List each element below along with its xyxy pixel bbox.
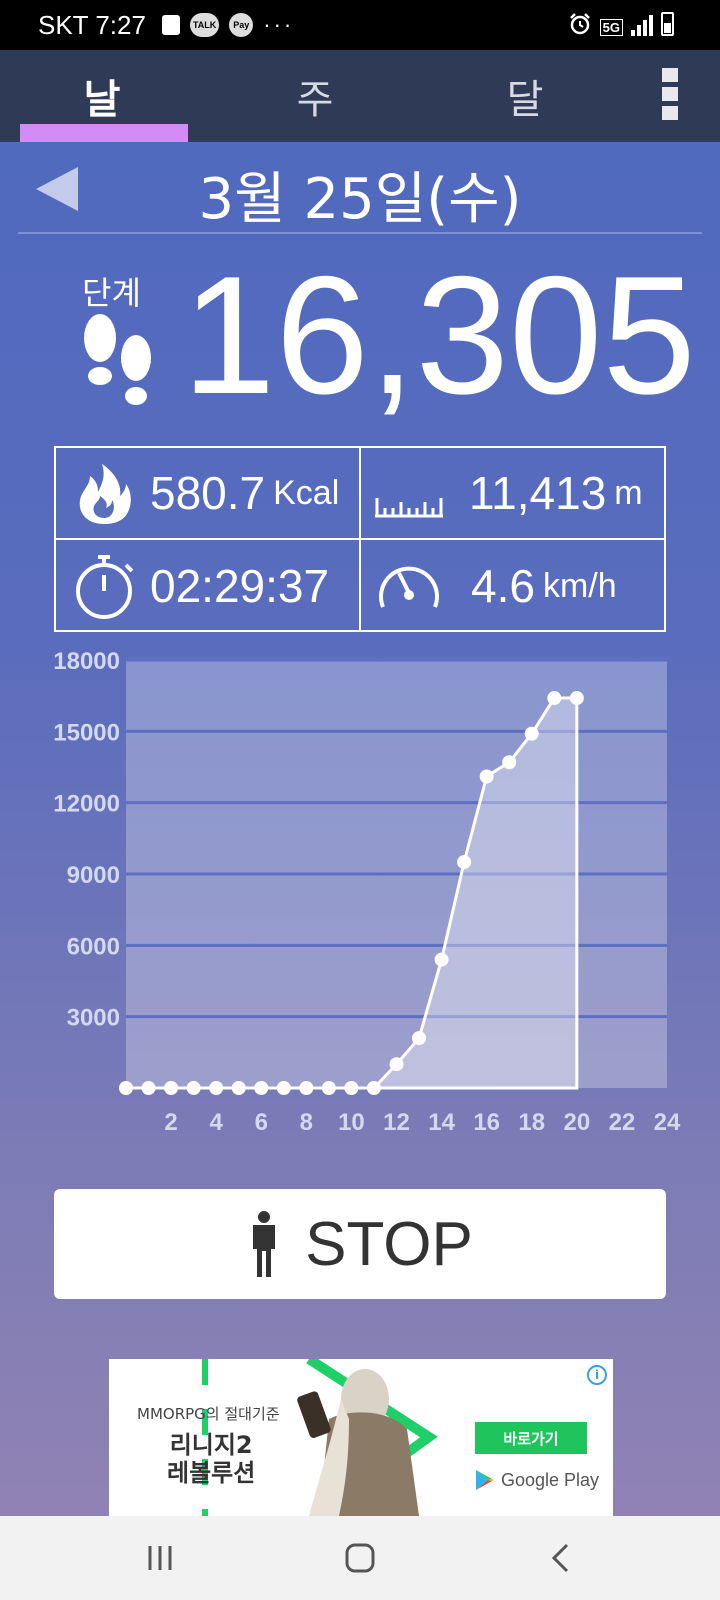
chart-point	[299, 1081, 314, 1095]
x-tick-label: 16	[473, 1109, 500, 1136]
speedometer-icon	[379, 566, 439, 608]
previous-day-arrow-icon[interactable]	[36, 167, 78, 211]
alarm-icon	[569, 13, 590, 35]
activity-stats: 580.7 Kcal 11,413 m 02:29:37 4.6 km/h	[54, 446, 666, 632]
chart-point	[479, 769, 494, 784]
ad-tagline: MMORPG의 절대기준	[137, 1405, 280, 1423]
calories-value: 580.7	[150, 467, 266, 519]
date-divider	[18, 232, 702, 234]
chart-point	[231, 1081, 246, 1095]
y-tick-label: 6000	[67, 933, 120, 960]
chart-point	[119, 1081, 133, 1095]
duration-value: 02:29:37	[150, 560, 330, 612]
network-5g-icon: 5G	[599, 19, 623, 36]
chart-point	[186, 1081, 201, 1095]
status-time: SKT 7:27	[38, 9, 146, 40]
current-date: 3월 25일(수)	[198, 167, 522, 232]
x-tick-label: 6	[255, 1109, 268, 1136]
footprints-icon	[84, 314, 151, 405]
speed-unit: km/h	[542, 566, 617, 605]
x-tick-label: 2	[164, 1109, 177, 1136]
y-tick-label: 15000	[53, 719, 120, 746]
back-icon[interactable]	[541, 1538, 581, 1578]
tab-week[interactable]: 주	[235, 50, 395, 142]
x-tick-label: 22	[609, 1109, 636, 1136]
signal-icon	[631, 14, 653, 36]
steps-count: 16,305	[182, 241, 696, 429]
x-tick-label: 12	[383, 1109, 410, 1136]
y-tick-label: 3000	[67, 1005, 120, 1032]
x-tick-label: 24	[654, 1109, 681, 1136]
chart-point	[209, 1081, 224, 1095]
x-tick-label: 10	[338, 1109, 365, 1136]
chart-point	[412, 1031, 427, 1046]
speed-stat: 4.6 km/h	[361, 540, 666, 632]
ruler-icon	[375, 498, 443, 518]
duration-stat: 02:29:37	[56, 540, 361, 632]
x-tick-label: 8	[300, 1109, 313, 1136]
google-play-icon	[476, 1470, 494, 1490]
overflow-menu-icon[interactable]	[662, 68, 680, 120]
x-tick-label: 20	[563, 1109, 590, 1136]
google-play-label: Google Play	[501, 1469, 600, 1490]
chart-point	[276, 1081, 291, 1095]
y-tick-label: 18000	[53, 650, 120, 675]
hourly-steps-chart-svg: 3000600090001200015000180002 4 6 8 10 12 14 16 1…	[53, 648, 681, 1136]
chart-point	[547, 691, 562, 706]
x-tick-label: 4	[209, 1109, 223, 1136]
kakaotalk-icon: TALK	[189, 13, 220, 37]
google-play-badge[interactable]: Google Play	[475, 1469, 599, 1491]
ad-title: 리니지2 레볼루션	[167, 1431, 255, 1487]
y-tick-label: 9000	[67, 862, 120, 889]
battery-icon	[661, 12, 674, 36]
stopwatch-icon	[76, 555, 134, 619]
speed-value: 4.6	[471, 560, 535, 612]
shopping-bag-icon	[161, 15, 180, 35]
recent-apps-icon[interactable]	[140, 1538, 180, 1578]
calories-unit: Kcal	[273, 473, 340, 512]
chart-point	[366, 1081, 381, 1095]
chart-point	[254, 1081, 269, 1095]
active-tab-indicator	[20, 124, 188, 142]
chart-point	[141, 1081, 156, 1095]
chart-point	[502, 755, 517, 770]
tab-month[interactable]: 달	[445, 50, 605, 142]
walking-person-icon	[253, 1211, 276, 1277]
ad-cta-button[interactable]: 바로가기	[475, 1422, 587, 1454]
ad-banner[interactable]: MMORPG의 절대기준 리니지2 레볼루션 바로가기 Google Play …	[109, 1359, 613, 1516]
chart-point	[457, 855, 472, 870]
chart-point	[434, 952, 449, 967]
status-bar: SKT 7:27 TALK Pay ··· 5G	[0, 0, 720, 50]
chart-point	[569, 691, 584, 706]
y-tick-label: 12000	[53, 791, 120, 818]
chart-point	[164, 1081, 179, 1095]
chart-point	[321, 1081, 336, 1095]
calories-stat: 580.7 Kcal	[56, 448, 361, 540]
stop-button[interactable]: STOP	[54, 1189, 666, 1299]
hourly-steps-chart: 3000 6000 9000 12000 15000 18000 2 4 6 8 10 12 14 16 1…	[0, 648, 720, 1170]
system-navigation-bar	[0, 1516, 720, 1600]
distance-unit: m	[614, 473, 643, 512]
more-notifications-icon: ···	[263, 12, 295, 37]
date-navigation: 3월 25일(수)	[0, 142, 720, 232]
x-tick-label: 14	[428, 1109, 455, 1136]
period-tab-bar: 날 주 달	[0, 50, 720, 142]
chart-point	[344, 1081, 359, 1095]
ad-info-icon[interactable]: i	[587, 1365, 607, 1385]
home-icon[interactable]	[340, 1538, 380, 1578]
distance-stat: 11,413 m	[361, 448, 666, 540]
flame-icon	[79, 464, 131, 524]
ad-character-image	[297, 1369, 419, 1516]
ad-title-line2: 레볼루션	[167, 1459, 256, 1487]
ad-title-line1: 리니지2	[169, 1431, 253, 1459]
stop-button-label: STOP	[305, 1209, 473, 1279]
chart-point	[389, 1057, 404, 1072]
x-tick-label: 18	[518, 1109, 545, 1136]
steps-label: 단계	[82, 274, 141, 312]
pay-icon: Pay	[229, 13, 254, 37]
distance-value: 11,413	[469, 467, 607, 519]
chart-point	[524, 726, 539, 741]
